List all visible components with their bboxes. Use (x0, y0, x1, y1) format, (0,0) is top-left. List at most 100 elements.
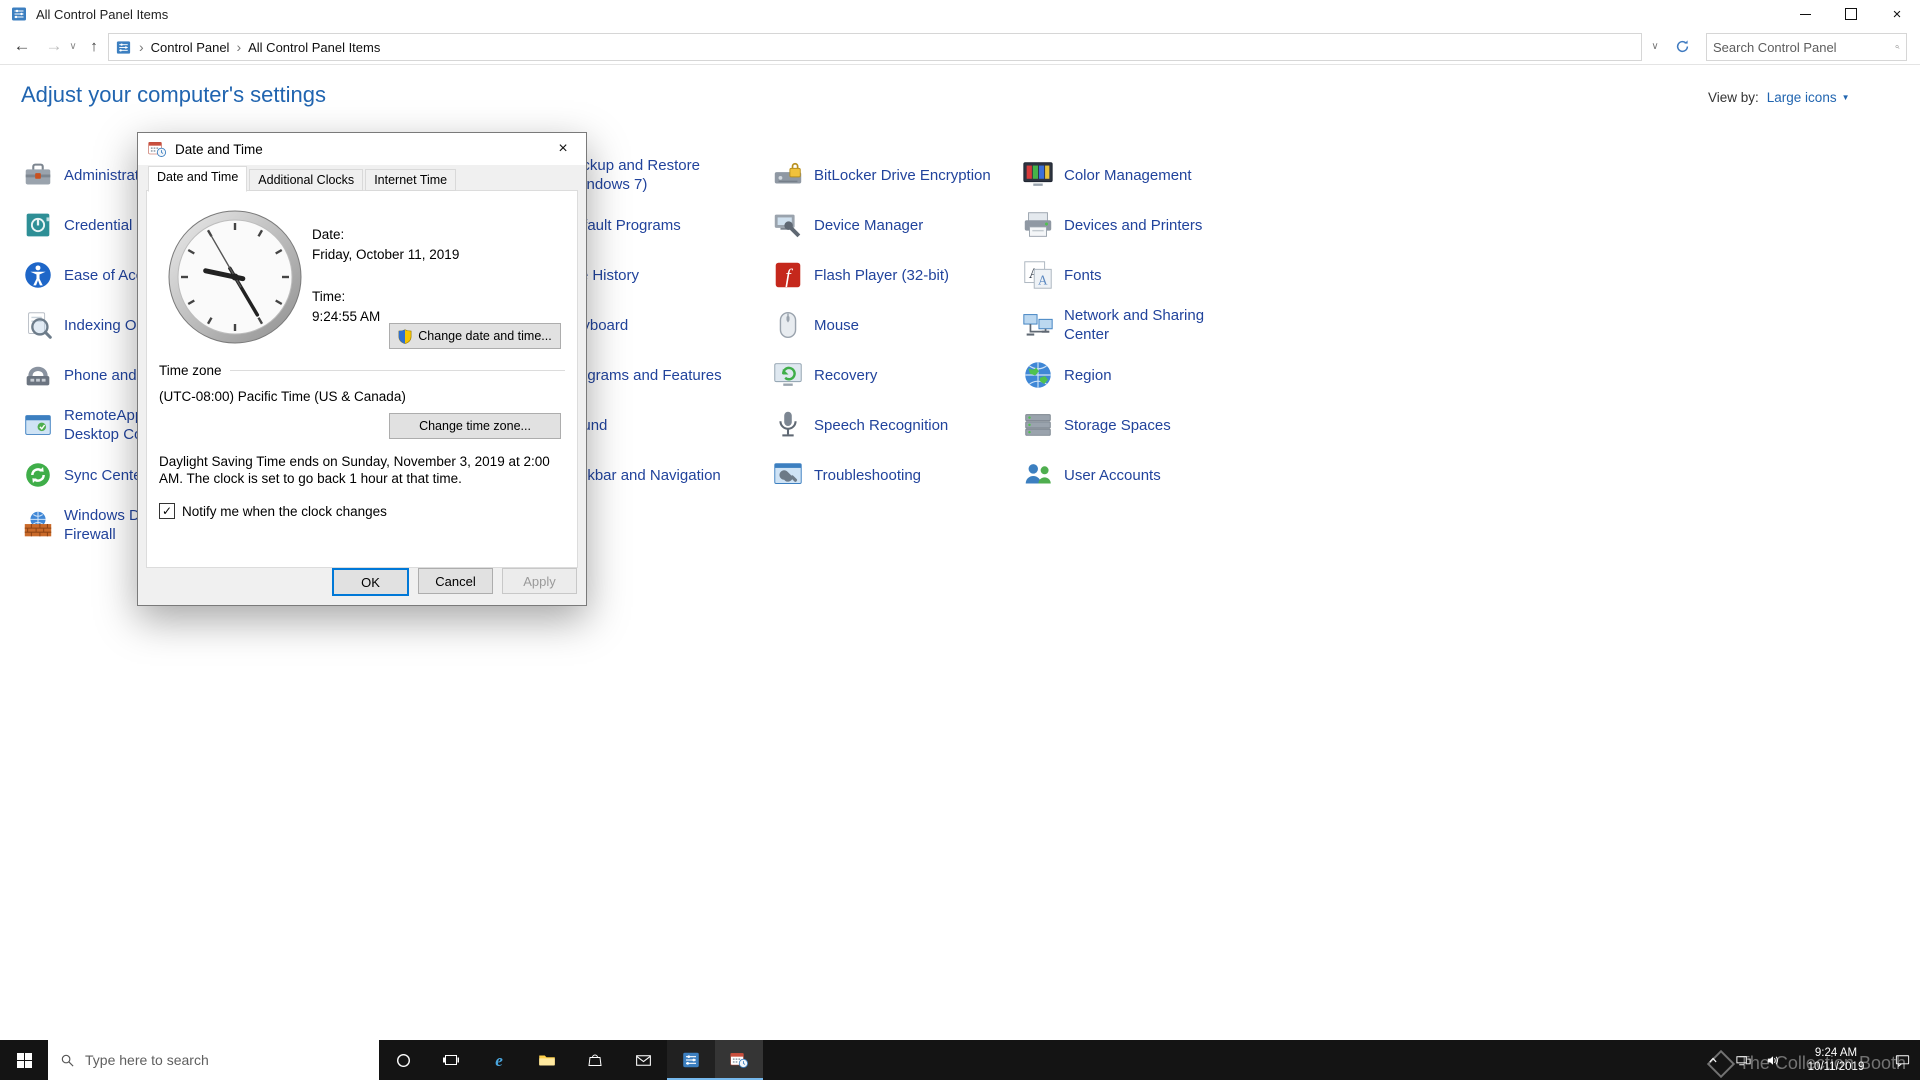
taskbar-mail-button[interactable] (619, 1040, 667, 1080)
breadcrumb-item-all-control-panel-items[interactable]: All Control Panel Items (248, 40, 380, 55)
tray-time: 9:24 AM (1814, 1047, 1858, 1059)
control-panel-app-icon (10, 5, 28, 23)
mouse-icon (771, 308, 805, 342)
taskbar-store-button[interactable] (571, 1040, 619, 1080)
cp-item-user-accounts[interactable]: User Accounts (1016, 450, 1266, 500)
cp-item-mouse[interactable]: Mouse (766, 300, 1016, 350)
taskbar-search-input[interactable] (83, 1051, 379, 1069)
devices-printers-icon (1021, 208, 1055, 242)
cp-item-color-management[interactable]: Color Management (1016, 150, 1266, 200)
page-title: Adjust your computer's settings (21, 82, 327, 107)
refresh-button[interactable] (1668, 33, 1696, 59)
search-box (1706, 33, 1907, 61)
phone-and-modem-icon (21, 358, 55, 392)
breadcrumb: Control Panel › All Control Panel Items (151, 39, 381, 55)
date-time-dialog: Date and Time × Date and Time Additional … (137, 132, 587, 606)
address-bar[interactable]: › Control Panel › All Control Panel Items (108, 33, 1642, 61)
cp-item-label: Fonts (1064, 266, 1102, 284)
cp-item-fonts[interactable]: AA Fonts (1016, 250, 1266, 300)
analog-clock (165, 207, 305, 347)
notify-checkbox[interactable] (159, 503, 175, 519)
troubleshooting-icon (771, 458, 805, 492)
date-time-tab-page: Date: Friday, October 11, 2019 Time: 9:2… (146, 190, 578, 568)
change-date-time-button[interactable]: Change date and time... (389, 323, 561, 349)
cp-item-devices-and-printers[interactable]: Devices and Printers (1016, 200, 1266, 250)
volume-icon[interactable] (1758, 1040, 1788, 1080)
dialog-close-button[interactable]: × (540, 133, 586, 164)
change-date-time-label: Change date and time... (418, 329, 552, 343)
taskbar-cortana-button[interactable] (379, 1040, 427, 1080)
search-icon[interactable] (1895, 40, 1900, 54)
breadcrumb-item-control-panel[interactable]: Control Panel (151, 40, 230, 55)
dst-notice: Daylight Saving Time ends on Sunday, Nov… (159, 454, 550, 486)
refresh-icon (1676, 39, 1688, 52)
cp-item-troubleshooting[interactable]: Troubleshooting (766, 450, 1016, 500)
cp-item-network-and-sharing-center[interactable]: Network and Sharing Center (1016, 300, 1266, 350)
recovery-icon (771, 358, 805, 392)
tab-date-and-time[interactable]: Date and Time (148, 166, 248, 192)
control-panel-window: All Control Panel Items × ← → ∨ ↑ › Cont… (0, 0, 1920, 1080)
back-button[interactable]: ← (8, 31, 36, 61)
cp-item-flash-player-32-bit[interactable]: f Flash Player (32-bit) (766, 250, 1016, 300)
address-dropdown-icon[interactable]: ∨ (1642, 33, 1668, 59)
maximize-button[interactable] (1828, 0, 1874, 28)
cp-item-label: Recovery (814, 366, 878, 384)
date-label: Date: (312, 227, 345, 242)
store-icon (586, 1051, 604, 1069)
taskbar-file-explorer-button[interactable] (523, 1040, 571, 1080)
view-by-selector[interactable]: Large icons ▼ (1767, 90, 1850, 105)
edge-icon: e (488, 1049, 510, 1071)
cp-item-label: Devices and Printers (1064, 216, 1203, 234)
search-icon (61, 1054, 74, 1067)
address-toolbar: ← → ∨ ↑ › Control Panel › All Control Pane… (0, 28, 1920, 65)
tray-clock[interactable]: 9:24 AM 10/11/2019 (1788, 1040, 1884, 1080)
view-by-label: View by: (1708, 90, 1759, 105)
minimize-button[interactable] (1782, 0, 1828, 28)
cp-item-speech-recognition[interactable]: Speech Recognition (766, 400, 1016, 450)
cp-item-recovery[interactable]: Recovery (766, 350, 1016, 400)
caption-buttons: × (1782, 0, 1920, 28)
taskbar-task-view-button[interactable] (427, 1040, 475, 1080)
close-button[interactable]: × (1874, 0, 1920, 28)
color-management-icon (1021, 158, 1055, 192)
tab-additional-clocks[interactable]: Additional Clocks (249, 169, 364, 191)
start-button[interactable] (0, 1040, 48, 1080)
cp-item-label: Sync Center (64, 466, 147, 484)
network-icon[interactable] (1728, 1040, 1758, 1080)
group-divider (229, 370, 565, 371)
history-dropdown-icon[interactable]: ∨ (64, 31, 82, 61)
change-time-zone-button[interactable]: Change time zone... (389, 413, 561, 439)
cp-item-region[interactable]: Region (1016, 350, 1266, 400)
cp-item-bitlocker-drive-encryption[interactable]: BitLocker Drive Encryption (766, 150, 1016, 200)
cp-item-storage-spaces[interactable]: Storage Spaces (1016, 400, 1266, 450)
cp-item-label: Taskbar and Navigation (564, 466, 721, 484)
cp-item-label: Troubleshooting (814, 466, 922, 484)
task-view-icon (442, 1051, 460, 1069)
cp-item-label: BitLocker Drive Encryption (814, 166, 991, 184)
device-manager-icon (771, 208, 805, 242)
tray-chevron-up-icon[interactable] (1698, 1040, 1728, 1080)
network-sharing-icon (1021, 308, 1055, 342)
user-accounts-icon (1021, 458, 1055, 492)
mail-icon (634, 1051, 653, 1070)
flash-player-icon: f (771, 258, 805, 292)
fonts-icon: AA (1021, 258, 1055, 292)
taskbar-control-panel-button[interactable] (667, 1040, 715, 1080)
search-input[interactable] (1707, 39, 1895, 55)
ok-button[interactable]: OK (332, 568, 409, 596)
title-bar: All Control Panel Items × (0, 0, 1920, 28)
action-center-icon[interactable] (1884, 1040, 1920, 1080)
tab-internet-time[interactable]: Internet Time (365, 169, 457, 191)
taskbar-edge-button[interactable]: e (475, 1040, 523, 1080)
date-value: Friday, October 11, 2019 (312, 247, 460, 262)
ease-of-access-icon (21, 258, 55, 292)
chevron-down-icon: ▼ (1841, 93, 1850, 102)
up-button[interactable]: ↑ (82, 31, 106, 61)
dialog-title: Date and Time (175, 141, 263, 157)
cancel-button[interactable]: Cancel (418, 568, 493, 594)
taskbar-date-time-button[interactable] (715, 1040, 763, 1080)
cp-item-device-manager[interactable]: Device Manager (766, 200, 1016, 250)
cp-item-label: Speech Recognition (814, 416, 949, 434)
time-value: 9:24:55 AM (312, 309, 381, 324)
dialog-buttons: OK Cancel Apply (332, 568, 577, 596)
